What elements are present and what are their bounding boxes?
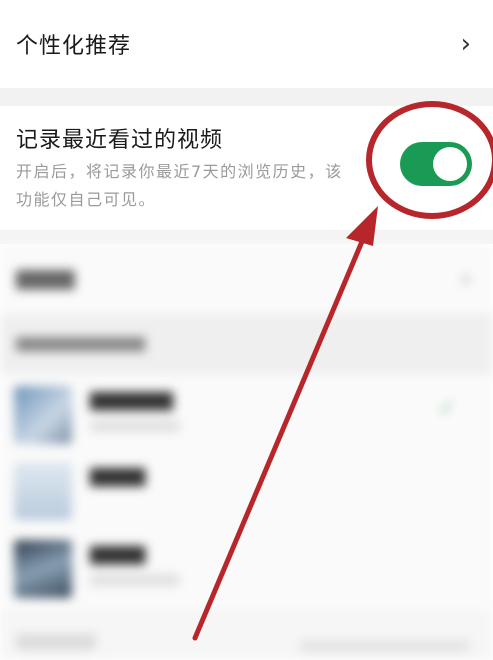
video-thumbnail [14, 386, 72, 444]
record-history-title: 记录最近看过的视频 [16, 128, 224, 153]
personalized-recommendation-label: 个性化推荐 [16, 34, 132, 59]
list-item: ▇▇▇▇ [0, 530, 493, 606]
chevron-right-icon: › [460, 264, 471, 294]
blurred-section-header: ▇▇▇▇▇▇▇▇▇▇▇▇ [0, 314, 493, 374]
blurred-footer-text [300, 640, 470, 652]
blurred-title: ▇▇▇▇ [90, 466, 146, 487]
section-divider [0, 230, 493, 244]
list-item: ▇▇▇▇ [0, 452, 493, 528]
blurred-subtitle [90, 420, 180, 432]
blurred-video-list: ▇▇▇▇▇▇ ✓ ▇▇▇▇ ▇▇▇▇ [0, 374, 493, 610]
check-icon: ✓ [438, 396, 457, 421]
blurred-footer-text [16, 634, 96, 650]
record-history-description: 开启后，将记录你最近7天的浏览历史，该功能仅自己可见。 [16, 162, 343, 209]
blurred-settings-row: ▇▇▇▇ › [0, 244, 493, 314]
blurred-label: ▇▇▇▇ [16, 268, 75, 290]
personalized-recommendation-row[interactable]: 个性化推荐 › [0, 0, 493, 88]
blurred-subtitle [90, 574, 180, 586]
blurred-title: ▇▇▇▇ [90, 544, 146, 565]
annotation-circle [366, 101, 493, 219]
blurred-title: ▇▇▇▇▇▇ [90, 390, 174, 411]
chevron-right-icon: › [460, 29, 471, 59]
video-thumbnail [14, 462, 72, 520]
list-item: ▇▇▇▇▇▇ ✓ [0, 376, 493, 452]
video-thumbnail [14, 540, 72, 598]
blurred-footer [0, 610, 493, 660]
